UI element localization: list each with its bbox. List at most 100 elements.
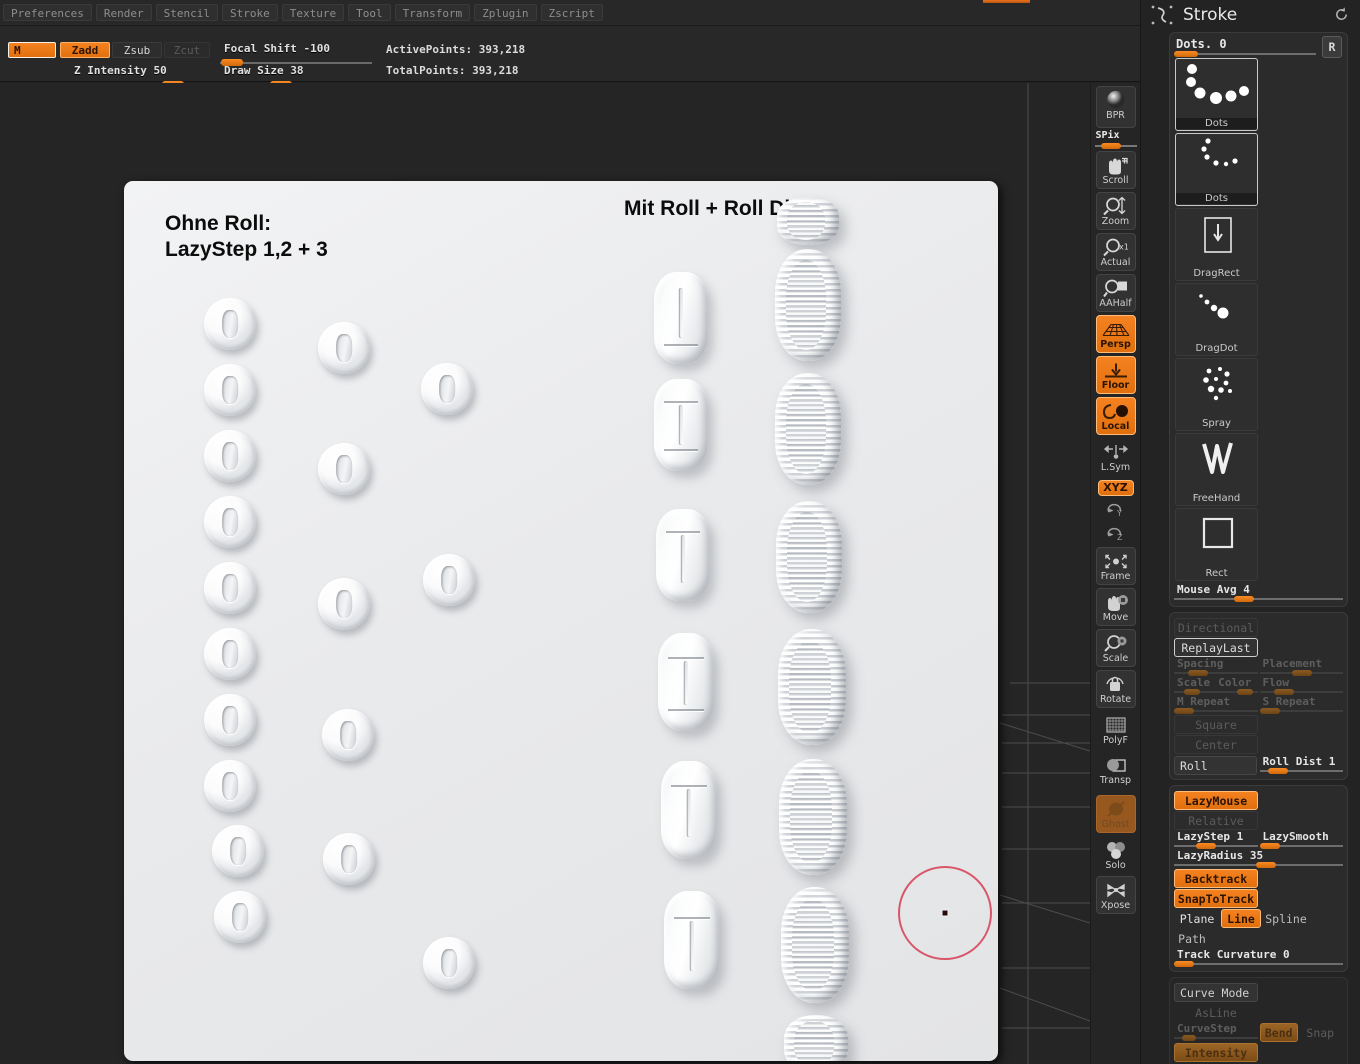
xyz-button[interactable]: XYZ <box>1098 480 1134 496</box>
lazymouse-button[interactable]: LazyMouse <box>1174 791 1258 810</box>
spline-button[interactable]: Spline <box>1262 909 1310 928</box>
curve-mode-button[interactable]: Curve Mode <box>1174 983 1258 1002</box>
xpose-label: Xpose <box>1097 901 1135 913</box>
roll-dist-slider[interactable]: Roll Dist 1 <box>1260 755 1343 774</box>
stroke-mark <box>318 322 370 374</box>
xpose-button[interactable]: Xpose <box>1096 876 1136 914</box>
actual-button[interactable]: x1 Actual <box>1096 233 1136 271</box>
aahalf-label: AAHalf <box>1097 299 1135 311</box>
backtrack-button[interactable]: Backtrack <box>1174 869 1258 888</box>
menu-item-zplugin[interactable]: Zplugin <box>474 4 536 21</box>
solo-button[interactable]: Solo <box>1096 840 1136 873</box>
zcut-button[interactable]: Zcut <box>164 42 210 58</box>
replaylast-button[interactable]: ReplayLast <box>1174 638 1258 657</box>
stroke-thumb-dots-preview[interactable]: Dots <box>1175 58 1258 131</box>
directional-button[interactable]: Directional <box>1174 618 1258 637</box>
menu-item-tool[interactable]: Tool <box>348 4 391 21</box>
bpr-button[interactable]: BPR <box>1096 86 1136 128</box>
local-button[interactable]: Local <box>1096 397 1136 435</box>
persp-button[interactable]: Persp <box>1096 315 1136 353</box>
move-button[interactable]: Move <box>1096 588 1136 626</box>
menu-item-transform[interactable]: Transform <box>395 4 471 21</box>
transparency-icon <box>1103 755 1129 776</box>
reset-icon[interactable] <box>1333 6 1350 23</box>
asline-button[interactable]: AsLine <box>1174 1003 1258 1022</box>
curvestep-slider[interactable]: CurveStep <box>1174 1022 1258 1041</box>
menu-item-texture[interactable]: Texture <box>282 4 344 21</box>
track-curvature-label: Track Curvature 0 <box>1177 948 1290 961</box>
scale-slider[interactable]: Scale <box>1174 676 1215 695</box>
zbrush-document[interactable]: Ohne Roll: LazyStep 1,2 + 3 Mit Roll + R… <box>124 181 998 1061</box>
zsub-button[interactable]: Zsub <box>112 42 162 58</box>
menu-item-zscript[interactable]: Zscript <box>541 4 603 21</box>
menu-item-preferences[interactable]: Preferences <box>3 4 92 21</box>
menu-item-stencil[interactable]: Stencil <box>156 4 218 21</box>
current-stroke-slider[interactable]: Dots. 0 R <box>1174 37 1343 57</box>
placement-slider[interactable]: Placement <box>1260 657 1344 676</box>
rotate-y-button[interactable]: Y <box>1096 499 1136 520</box>
ghost-button[interactable]: Ghost <box>1096 795 1136 833</box>
floor-button[interactable]: Floor <box>1096 356 1136 394</box>
track-curvature-knob[interactable] <box>1174 961 1194 967</box>
current-stroke-knob[interactable] <box>1174 51 1198 57</box>
placement-label: Placement <box>1263 657 1323 670</box>
menu-item-stroke[interactable]: Stroke <box>222 4 278 21</box>
path-button[interactable]: Path <box>1174 929 1210 948</box>
lsym-button[interactable]: L.Sym <box>1096 442 1136 475</box>
rotate-z-button[interactable]: Z <box>1096 523 1136 544</box>
flow-slider[interactable]: Flow <box>1260 676 1344 695</box>
stroke-thumb-dots[interactable]: Dots <box>1175 133 1258 206</box>
focal-shift-slider[interactable]: Focal Shift -100 <box>220 42 372 64</box>
relative-button[interactable]: Relative <box>1174 811 1258 830</box>
track-curvature-slider[interactable]: Track Curvature 0 <box>1174 948 1343 967</box>
curvestep-knob[interactable] <box>1182 1035 1196 1041</box>
s-repeat-slider[interactable]: S Repeat <box>1260 695 1344 714</box>
m-repeat-slider[interactable]: M Repeat <box>1174 695 1258 714</box>
polyf-button[interactable]: PolyF <box>1096 715 1136 748</box>
zoom-button[interactable]: Zoom <box>1096 192 1136 230</box>
transp-button[interactable]: Transp <box>1096 755 1136 788</box>
stroke-r-button[interactable]: R <box>1322 36 1342 58</box>
stroke-thumb-dragrect[interactable]: DragRect <box>1175 208 1258 281</box>
roll-button[interactable]: Roll <box>1174 756 1257 775</box>
spix-knob[interactable] <box>1101 143 1121 149</box>
spix-slider[interactable]: SPix <box>1095 130 1137 148</box>
m-repeat-knob[interactable] <box>1174 708 1194 714</box>
lazysmooth-slider[interactable]: LazySmooth <box>1260 830 1344 849</box>
snap-button[interactable]: Snap <box>1299 1023 1342 1042</box>
s-repeat-knob[interactable] <box>1260 708 1280 714</box>
snaptotrack-button[interactable]: SnapToTrack <box>1174 889 1258 908</box>
scroll-button[interactable]: Scroll <box>1096 151 1136 189</box>
stroke-thumb-rect[interactable]: Rect <box>1175 508 1258 581</box>
square-button[interactable]: Square <box>1174 715 1258 734</box>
canvas-area[interactable]: Ohne Roll: LazyStep 1,2 + 3 Mit Roll + R… <box>0 83 1090 1064</box>
stroke-thumb-spray[interactable]: Spray <box>1175 358 1258 431</box>
center-button[interactable]: Center <box>1174 735 1258 754</box>
frame-button[interactable]: Frame <box>1096 547 1136 585</box>
menu-item-render[interactable]: Render <box>96 4 152 21</box>
aahalf-button[interactable]: AAHalf <box>1096 274 1136 312</box>
stroke-mark-roll <box>661 761 717 859</box>
lazyradius-knob[interactable] <box>1256 862 1276 868</box>
color-label: Color <box>1218 676 1251 689</box>
mrgb-button[interactable]: M <box>8 42 56 58</box>
bend-button[interactable]: Bend <box>1260 1023 1298 1042</box>
intensity-button[interactable]: Intensity <box>1174 1043 1258 1062</box>
spacing-slider[interactable]: Spacing <box>1174 657 1258 676</box>
lazyradius-slider[interactable]: LazyRadius 35 <box>1174 849 1343 868</box>
mouse-avg-knob[interactable] <box>1234 596 1254 602</box>
mouse-avg-label: Mouse Avg 4 <box>1177 583 1250 596</box>
stroke-thumb-dragdot[interactable]: DragDot <box>1175 283 1258 356</box>
line-button[interactable]: Line <box>1221 909 1261 928</box>
mouse-avg-slider[interactable]: Mouse Avg 4 <box>1174 583 1343 602</box>
plane-button[interactable]: Plane <box>1174 909 1220 928</box>
scale-button[interactable]: Scale <box>1096 629 1136 667</box>
roll-dist-knob[interactable] <box>1268 768 1288 774</box>
stroke-palette-header[interactable]: Stroke <box>1141 0 1360 30</box>
z-intensity-label: Z Intensity 50 <box>74 64 167 77</box>
color-slider[interactable]: Color <box>1215 676 1257 695</box>
zadd-button[interactable]: Zadd <box>60 42 110 58</box>
lazystep-slider[interactable]: LazyStep 1 <box>1174 830 1258 849</box>
rotate-button[interactable]: Rotate <box>1096 670 1136 708</box>
stroke-thumb-freehand[interactable]: FreeHand <box>1175 433 1258 506</box>
